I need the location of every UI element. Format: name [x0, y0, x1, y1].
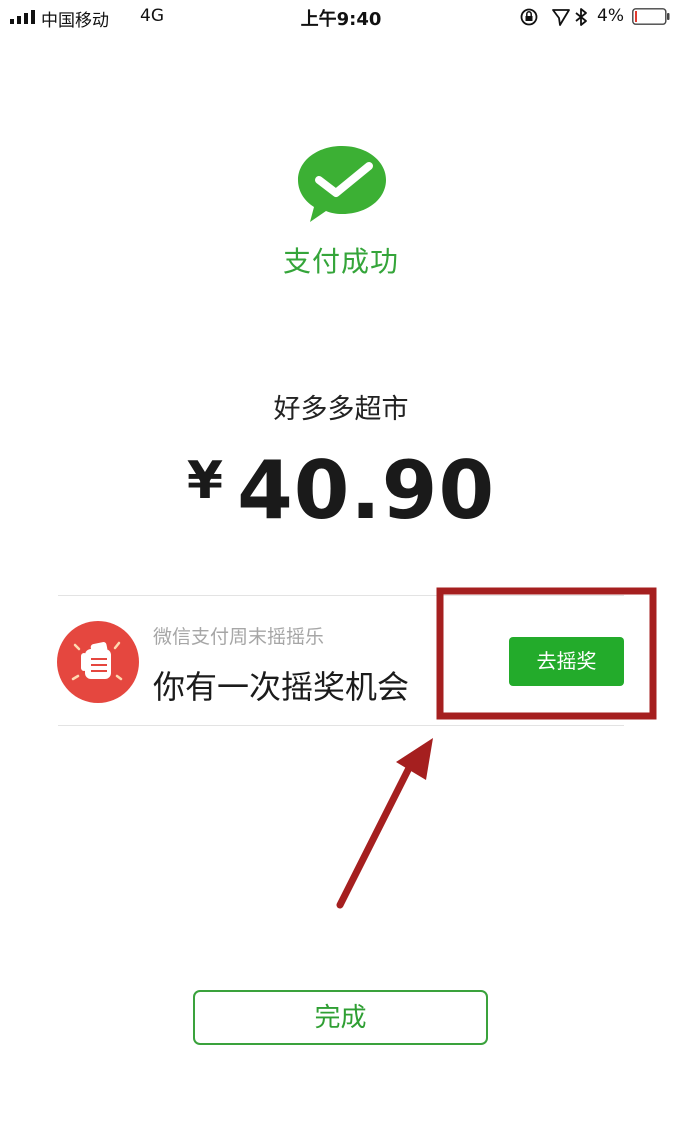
wechat-pay-success-icon [298, 146, 386, 222]
currency-symbol: ¥ [186, 451, 224, 511]
battery-percent: 4% [597, 6, 624, 26]
go-lottery-button[interactable]: 去摇奖 [509, 637, 624, 686]
bluetooth-icon [575, 8, 587, 26]
rotation-lock-icon [520, 8, 538, 26]
battery-icon [632, 8, 670, 25]
payment-amount: ¥40.90 [0, 444, 682, 537]
merchant-name: 好多多超市 [273, 394, 409, 425]
amount-value: 40.90 [237, 444, 496, 537]
promo-divider-bottom [58, 725, 624, 726]
location-arrow-icon [552, 9, 570, 26]
shake-hand-icon [57, 621, 139, 703]
status-bar: 中国移动 4G 上午9:40 4% [0, 0, 682, 36]
promo-divider-top [58, 595, 624, 596]
promo-subtitle: 微信支付周末摇摇乐 [153, 626, 325, 648]
payment-success-title: 支付成功 [282, 245, 399, 278]
promo-title: 你有一次摇奖机会 [153, 668, 410, 706]
done-button[interactable]: 完成 [193, 990, 488, 1045]
annotation-arrow-icon [336, 738, 433, 909]
